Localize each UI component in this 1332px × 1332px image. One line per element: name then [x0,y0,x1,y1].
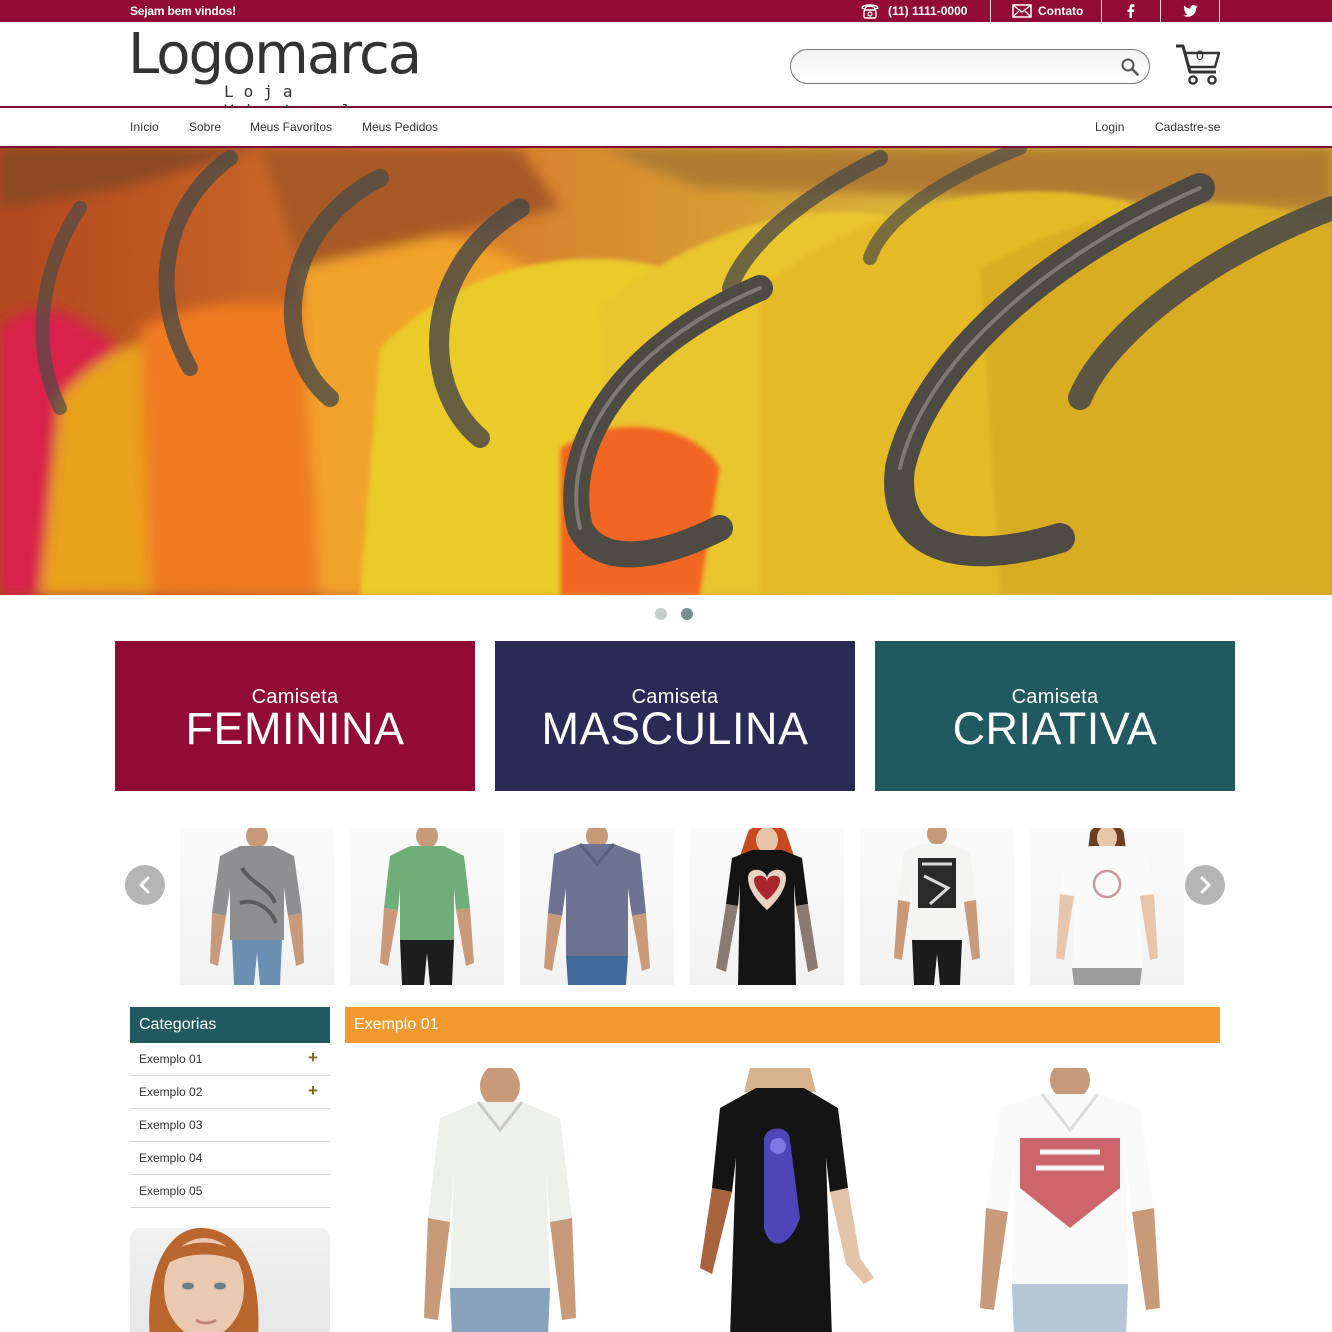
clothes-rack-image [0,148,1332,595]
expand-plus-icon[interactable]: + [308,1048,318,1068]
sidebar-ad-image[interactable] [130,1228,330,1332]
product-image[interactable] [950,1068,1190,1332]
expand-plus-icon[interactable]: + [308,1081,318,1101]
banner-criativa[interactable]: Camiseta CRIATIVA [875,641,1235,791]
banner-feminina[interactable]: Camiseta FEMININA [115,641,475,791]
carousel-prev-button[interactable] [125,865,165,905]
carousel-product-image[interactable] [350,828,504,985]
category-item[interactable]: Exemplo 03 [130,1109,330,1142]
contact-link[interactable]: Contato [1012,0,1083,22]
slider-dot[interactable] [655,608,667,620]
twitter-icon [1182,5,1198,17]
cart-count: 0 [1196,47,1204,63]
category-link[interactable]: Exemplo 03 [139,1118,202,1132]
twitter-link[interactable] [1161,0,1219,22]
categories-title: Categorias [130,1007,330,1043]
search-icon[interactable] [1120,57,1140,77]
divider [1219,0,1220,22]
nav-favoritos[interactable]: Meus Favoritos [250,120,332,134]
nav-pedidos[interactable]: Meus Pedidos [362,120,438,134]
category-link[interactable]: Exemplo 04 [139,1151,202,1165]
product-image[interactable] [380,1068,620,1332]
carousel-product-image[interactable] [180,828,334,985]
facebook-icon [1127,4,1135,18]
category-item[interactable]: Exemplo 01 + [130,1043,330,1076]
cart-button[interactable]: 0 [1174,42,1224,88]
category-item[interactable]: Exemplo 02 + [130,1076,330,1109]
chevron-right-icon [1200,876,1211,894]
site-header: Logomarca Loja Virtual 0 [0,22,1332,121]
slider-dots [655,608,693,620]
product-image[interactable] [660,1068,900,1332]
carousel-product-image[interactable] [520,828,674,985]
phone-info: (11) 1111-0000 [860,0,967,22]
banner-line2: CRIATIVA [952,703,1158,754]
divider [990,0,991,22]
search-input[interactable] [805,56,1105,78]
nav-cadastro[interactable]: Cadastre-se [1155,120,1220,134]
carousel-product-image[interactable] [860,828,1014,985]
category-item[interactable]: Exemplo 04 [130,1142,330,1175]
chevron-left-icon [139,876,150,894]
logo[interactable]: Logomarca Loja Virtual [128,26,422,121]
facebook-link[interactable] [1102,0,1160,22]
welcome-text: Sejam bem vindos! [130,4,236,18]
slider-dot-active[interactable] [681,608,693,620]
contact-label: Contato [1038,4,1084,18]
carousel-product-image[interactable] [690,828,844,985]
carousel-product-image[interactable] [1030,828,1184,985]
banner-line2: MASCULINA [541,703,809,754]
categories-list: Exemplo 01 + Exemplo 02 + Exemplo 03 Exe… [130,1043,330,1208]
nav-inicio[interactable]: Início [130,120,159,134]
carousel-next-button[interactable] [1185,865,1225,905]
banner-masculina[interactable]: Camiseta MASCULINA [495,641,855,791]
top-bar: Sejam bem vindos! (11) 1111-0000 Contato [0,0,1332,22]
phone-number: (11) 1111-0000 [888,4,968,18]
nav-sobre[interactable]: Sobre [189,120,221,134]
category-link[interactable]: Exemplo 05 [139,1184,202,1198]
nav-login[interactable]: Login [1095,120,1124,134]
phone-icon [861,4,879,19]
main-nav: Início Sobre Meus Favoritos Meus Pedidos… [0,108,1332,148]
banner-line2: FEMININA [185,703,405,754]
category-link[interactable]: Exemplo 02 [139,1085,202,1099]
category-link[interactable]: Exemplo 01 [139,1052,202,1066]
search-box [790,49,1150,84]
mail-icon [1012,4,1032,18]
section-title: Exemplo 01 [345,1007,1220,1043]
hero-slide-image[interactable] [0,148,1332,595]
logo-main: Logomarca [128,22,422,87]
category-item[interactable]: Exemplo 05 [130,1175,330,1208]
